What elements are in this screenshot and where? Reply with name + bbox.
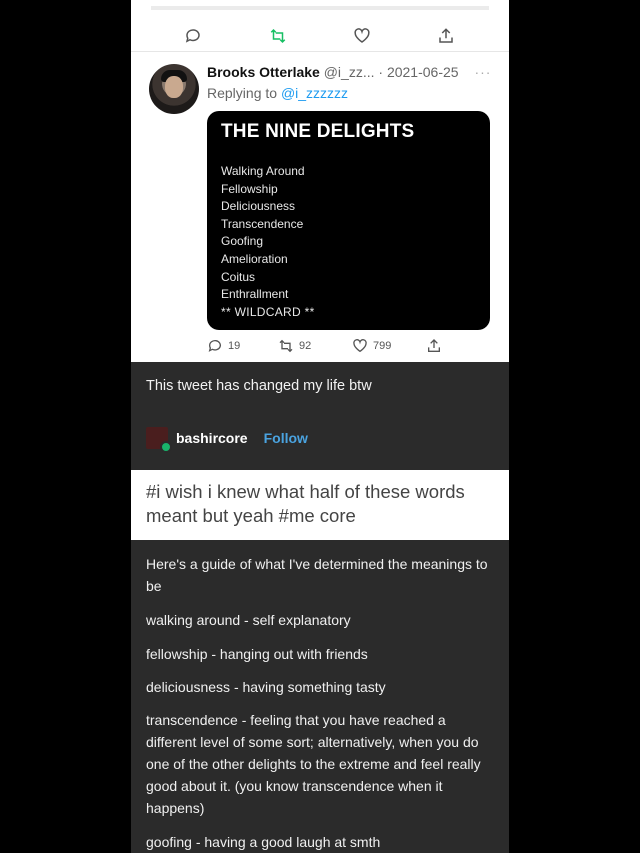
tweet-header: Brooks Otterlake @i_zz... · 2021-06-25 ·… [207,64,491,80]
tags-text: #i wish i knew what half of these words … [146,481,465,526]
tweet-stats: 19 92 799 [207,338,497,358]
heart-icon [353,339,367,353]
share-icon [428,339,440,352]
nine-delights-image[interactable]: THE NINE DELIGHTS Walking Around Fellows… [207,111,490,330]
user-avatar[interactable] [146,427,172,453]
guide-section: Here's a guide of what I've determined t… [131,540,509,853]
replying-prefix: Replying to [207,85,278,101]
guide-paragraph: transcendence - feeling that you have re… [146,712,481,816]
reply-count: 19 [228,340,241,352]
follow-button[interactable]: Follow [264,430,308,446]
tweet-date: · 2021-06-25 [378,64,459,80]
screenshot-frame: Brooks Otterlake @i_zz... · 2021-06-25 ·… [131,0,509,853]
comment-text: This tweet has changed my life btw [146,378,372,394]
guide-paragraph: walking around - self explanatory [146,612,351,628]
reblog-user-row: bashircore Follow [146,427,308,453]
reply-button[interactable]: 19 [207,338,240,354]
guide-paragraph: deliciousness - having something tasty [146,679,386,695]
retweet-button[interactable]: 92 [278,338,311,354]
comment-section: This tweet has changed my life btw bashi… [131,362,509,470]
list-item: Transcendence [221,216,304,231]
guide-paragraph: Here's a guide of what I've determined t… [146,556,488,594]
speech-bubble-icon [208,340,221,352]
tweet-area: Brooks Otterlake @i_zz... · 2021-06-25 ·… [131,0,509,362]
list-item: ** WILDCARD ** [221,304,315,319]
guide-paragraph: fellowship - hanging out with friends [146,646,368,662]
share-icon[interactable] [436,26,456,46]
online-badge-icon [160,441,172,453]
avatar-face [165,76,183,98]
delights-list: Walking Around Fellowship Deliciousness … [221,163,315,321]
author-name[interactable]: Brooks Otterlake [207,64,320,80]
like-button[interactable]: 799 [352,338,391,354]
tags-section: #i wish i knew what half of these words … [131,470,509,540]
list-item: Enthrallment [221,287,289,302]
list-item: Coitus [221,269,256,284]
retweet-icon[interactable] [268,26,288,46]
username-link[interactable]: bashircore [176,430,248,446]
guide-paragraph: goofing - having a good laugh at smth [146,834,381,850]
retweet-icon [279,339,293,353]
retweet-count: 92 [299,340,312,352]
replying-handle-link[interactable]: @i_zzzzzz [281,85,348,101]
previous-tweet-cutoff [151,6,489,10]
author-handle[interactable]: @i_zz... [324,64,375,80]
replying-to: Replying to @i_zzzzzz [207,85,348,101]
avatar[interactable] [149,64,199,114]
heart-icon[interactable] [352,26,372,46]
list-item: Goofing [221,234,264,249]
card-title: THE NINE DELIGHTS [221,121,415,142]
more-options-icon[interactable]: ··· [474,64,491,80]
reply-icon[interactable] [183,26,203,46]
list-item: Fellowship [221,181,278,196]
list-item: Walking Around [221,164,305,178]
like-count: 799 [373,340,392,352]
list-item: Amelioration [221,251,288,266]
previous-tweet-actions [131,0,509,52]
share-button[interactable] [426,338,442,354]
list-item: Deliciousness [221,199,296,214]
